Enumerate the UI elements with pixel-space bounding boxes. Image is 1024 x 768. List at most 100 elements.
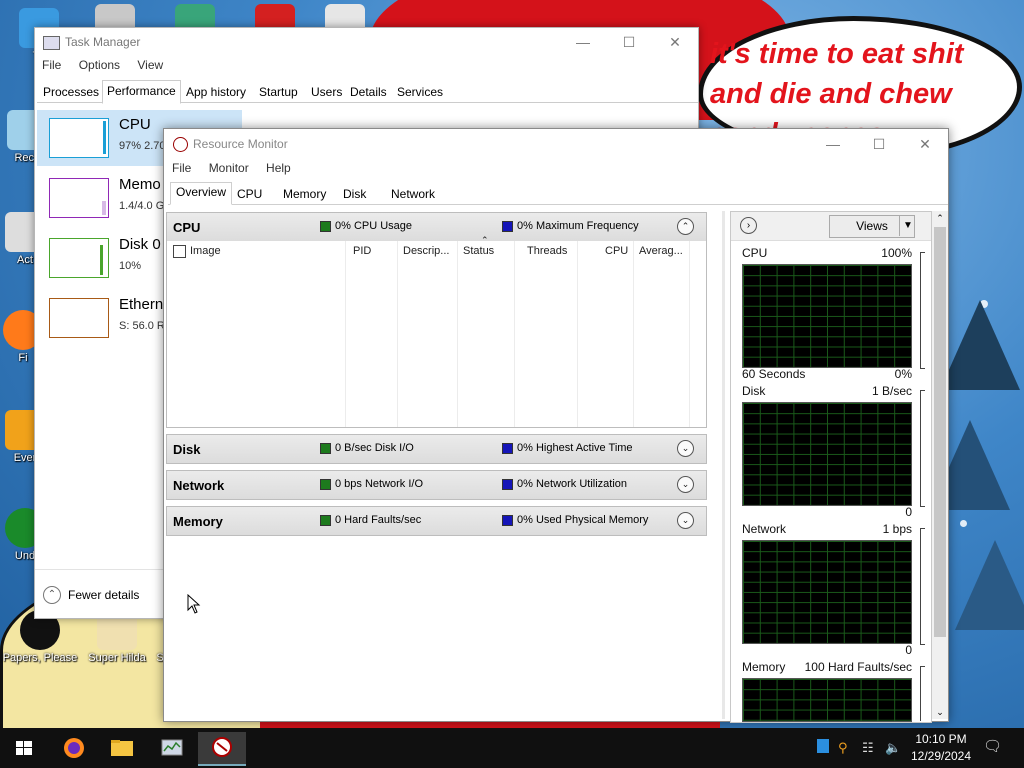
column-separator: [689, 241, 690, 427]
section-memory[interactable]: Memory 0 Hard Faults/sec 0% Used Physica…: [166, 506, 707, 536]
column-header-threads[interactable]: Threads: [527, 245, 567, 257]
tray-app-icon[interactable]: [817, 739, 829, 753]
column-header-cpu[interactable]: CPU: [605, 245, 628, 257]
taskbar-resource-monitor[interactable]: [198, 732, 246, 766]
column-header-pid[interactable]: PID: [353, 245, 371, 257]
taskbar: ⚲ ☷ 🔈 10:10 PM 12/29/2024 🗨: [0, 728, 1024, 768]
graph-max: 1 B/sec: [871, 384, 912, 398]
menu-bar: File Monitor Help: [172, 161, 305, 175]
taskbar-task-manager[interactable]: [148, 732, 196, 764]
tab-users[interactable]: Users: [307, 82, 346, 102]
graph-time-span: 60 Seconds: [742, 367, 806, 381]
close-button[interactable]: ✕: [652, 28, 698, 56]
windows-start-icon: [16, 741, 32, 755]
green-legend-icon: [320, 479, 331, 490]
fewer-details-link[interactable]: Fewer details: [68, 588, 139, 602]
scrollbar-thumb[interactable]: [934, 227, 946, 637]
folder-icon: [111, 740, 133, 756]
column-header-average-cpu[interactable]: Averag...: [639, 245, 683, 257]
tray-search-icon[interactable]: ⚲: [838, 740, 848, 756]
graph-title: Disk: [742, 384, 766, 398]
section-network[interactable]: Network 0 bps Network I/O 0% Network Uti…: [166, 470, 707, 500]
graph-min: 0: [905, 643, 912, 657]
clock[interactable]: 10:10 PM 12/29/2024: [906, 731, 976, 765]
menu-view[interactable]: View: [137, 58, 163, 72]
chevron-right-icon[interactable]: ›: [740, 217, 757, 234]
menu-bar: File Options View: [42, 58, 177, 72]
tab-disk[interactable]: Disk: [338, 185, 371, 203]
menu-monitor[interactable]: Monitor: [209, 161, 249, 175]
tab-overview[interactable]: Overview: [170, 182, 233, 205]
blue-legend-icon: [502, 221, 513, 232]
tab-memory[interactable]: Memory: [278, 185, 331, 203]
window-title: Task Manager: [65, 35, 141, 49]
chevron-up-icon[interactable]: ⌃: [43, 586, 61, 604]
green-legend-icon: [320, 221, 331, 232]
start-button[interactable]: [0, 732, 48, 764]
sort-up-icon: ⌃: [481, 235, 489, 245]
tab-startup[interactable]: Startup: [255, 82, 302, 102]
tab-network[interactable]: Network: [386, 185, 440, 203]
maximize-button[interactable]: ☐: [856, 130, 902, 158]
resource-monitor-window[interactable]: Resource Monitor — ☐ ✕ File Monitor Help…: [163, 128, 949, 723]
cpu-usage-metric: 0% CPU Usage: [335, 220, 413, 232]
vertical-scrollbar[interactable]: ⌃ ⌄: [932, 211, 948, 719]
menu-help[interactable]: Help: [266, 161, 291, 175]
graph-scale-bracket: [920, 528, 925, 645]
section-title: Network: [173, 478, 225, 493]
hard-faults-metric: 0 Hard Faults/sec: [335, 514, 422, 526]
graph-max: 100%: [881, 246, 912, 260]
network-graph: [742, 540, 912, 644]
minimize-button[interactable]: —: [560, 28, 606, 56]
cpu-mini-graph: [49, 118, 109, 158]
section-title: Memory: [173, 514, 223, 529]
scroll-up-icon[interactable]: ⌃: [932, 211, 948, 225]
max-frequency-metric: 0% Maximum Frequency: [517, 220, 639, 232]
tab-services[interactable]: Services: [393, 82, 447, 102]
volume-icon[interactable]: 🔈: [885, 740, 901, 756]
section-cpu[interactable]: CPU 0% CPU Usage 0% Maximum Frequency ⌃: [166, 212, 707, 242]
tab-performance[interactable]: Performance: [102, 80, 181, 104]
graph-title: CPU: [742, 246, 768, 260]
menu-options[interactable]: Options: [79, 58, 120, 72]
minimize-button[interactable]: —: [810, 130, 856, 158]
chevron-down-icon[interactable]: ⌄: [677, 512, 694, 529]
chevron-down-icon[interactable]: ⌄: [677, 440, 694, 457]
graph-min: 0: [905, 505, 912, 519]
scroll-down-icon[interactable]: ⌄: [932, 705, 948, 719]
dropdown-arrow-icon[interactable]: ▼: [899, 216, 916, 236]
close-button[interactable]: ✕: [902, 130, 948, 158]
chevron-up-icon[interactable]: ⌃: [677, 218, 694, 235]
menu-file[interactable]: File: [42, 58, 61, 72]
perf-item-value: 97% 2.70: [119, 140, 166, 152]
taskbar-file-explorer[interactable]: [98, 732, 146, 764]
graphs-toolbar: › Views ▼: [731, 212, 931, 241]
desktop-icon-label: Papers, Please: [2, 652, 78, 664]
taskbar-firefox[interactable]: [50, 732, 98, 764]
network-io-metric: 0 bps Network I/O: [335, 478, 424, 490]
action-center-icon[interactable]: 🗨: [983, 737, 1002, 755]
tab-processes[interactable]: Processes: [39, 82, 103, 102]
splitter[interactable]: [722, 211, 725, 719]
tab-cpu[interactable]: CPU: [232, 185, 267, 203]
resource-monitor-icon: [173, 137, 188, 152]
column-header-description[interactable]: Descrip...: [403, 245, 449, 257]
tab-app-history[interactable]: App history: [182, 82, 250, 102]
chevron-down-icon[interactable]: ⌄: [677, 476, 694, 493]
menu-file[interactable]: File: [172, 161, 191, 175]
mouse-cursor-icon: [187, 594, 201, 614]
task-manager-titlebar[interactable]: Task Manager — ☐ ✕: [35, 28, 698, 56]
resource-monitor-titlebar[interactable]: Resource Monitor — ☐ ✕: [164, 129, 948, 159]
network-icon[interactable]: ☷: [862, 740, 874, 756]
tab-details[interactable]: Details: [346, 82, 391, 102]
select-all-checkbox[interactable]: [173, 245, 186, 258]
column-header-image[interactable]: Image: [190, 245, 221, 257]
graph-title: Memory: [742, 660, 786, 674]
disk-io-metric: 0 B/sec Disk I/O: [335, 442, 414, 454]
cpu-process-table[interactable]: Image PID Descrip... Status ⌃ Threads CP…: [166, 235, 707, 428]
maximize-button[interactable]: ☐: [606, 28, 652, 56]
column-separator: [457, 241, 458, 427]
section-disk[interactable]: Disk 0 B/sec Disk I/O 0% Highest Active …: [166, 434, 707, 464]
column-header-status[interactable]: Status: [463, 245, 494, 257]
clock-date: 12/29/2024: [910, 749, 972, 763]
